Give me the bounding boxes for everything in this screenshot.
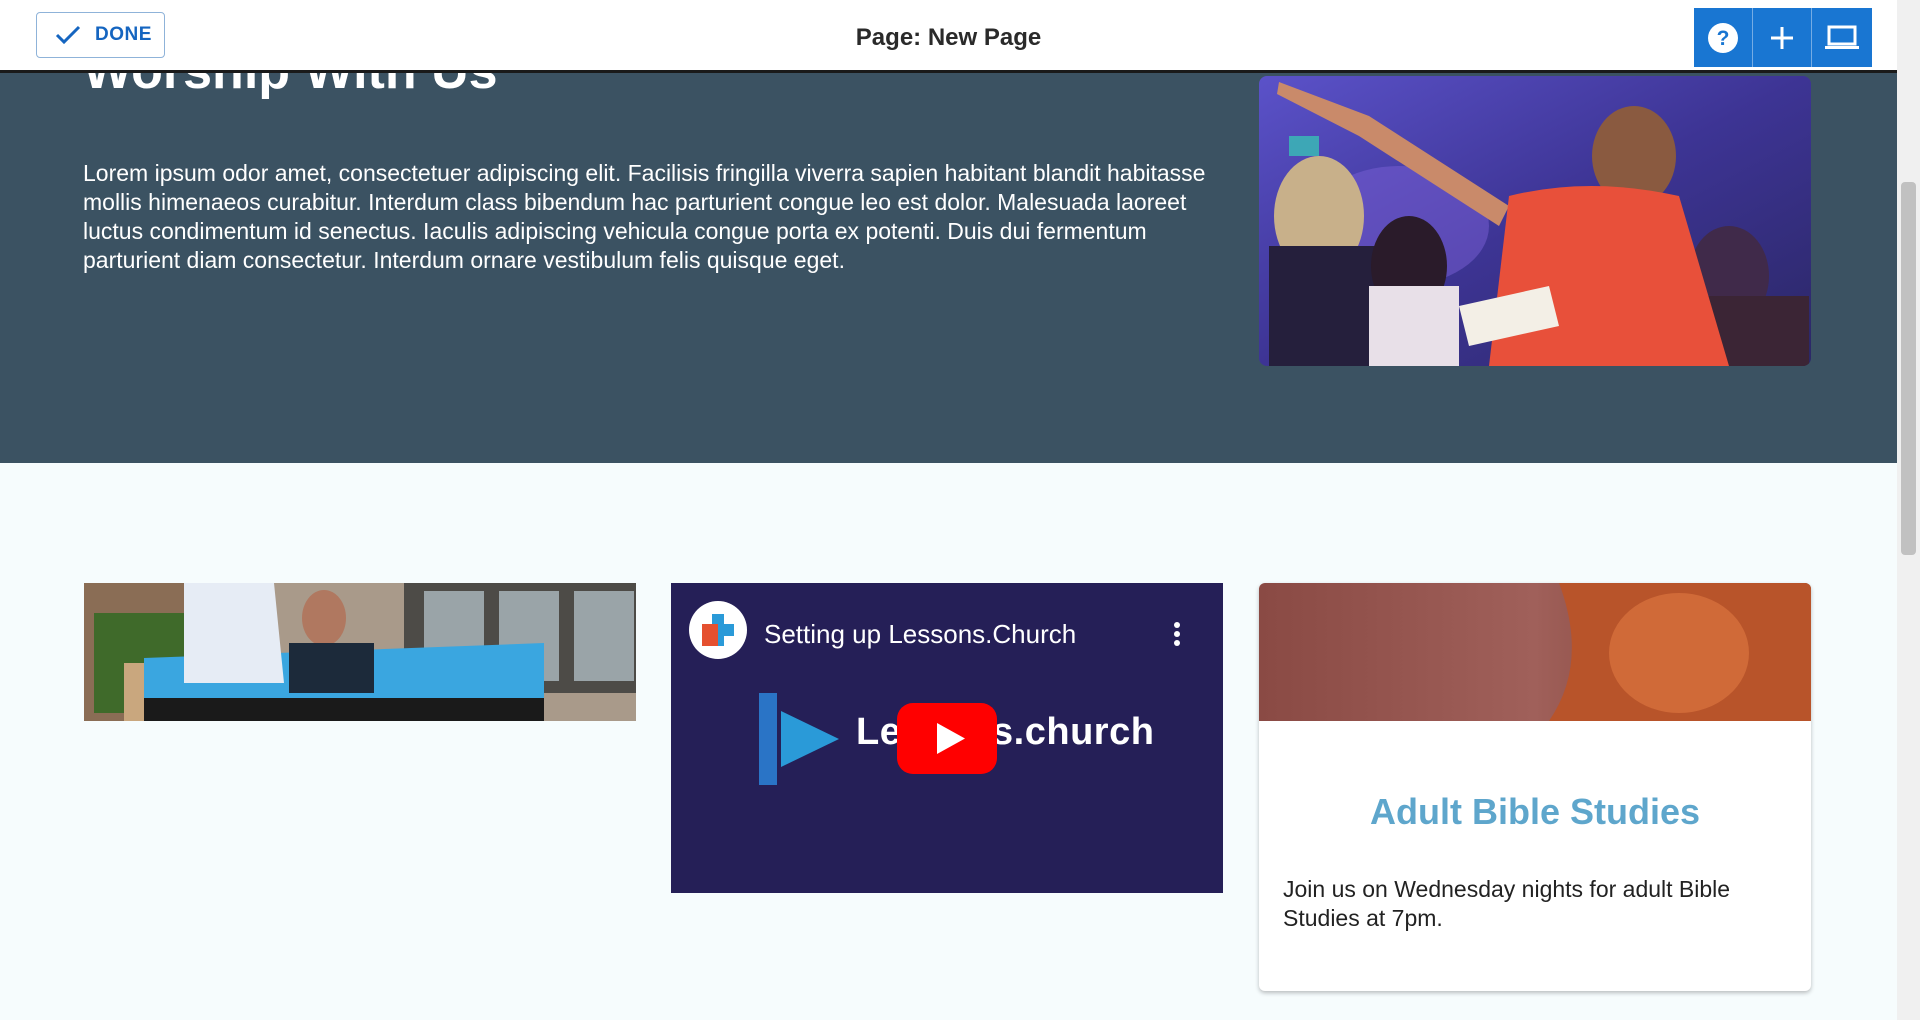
help-button[interactable]: ? <box>1694 8 1753 67</box>
lessons-church-logo-icon <box>702 614 734 646</box>
device-preview-button[interactable] <box>1812 8 1871 67</box>
vertical-scrollbar[interactable] <box>1897 0 1920 1020</box>
youtube-play-icon[interactable] <box>897 703 997 774</box>
worship-section: Worship With Us Lorem ipsum odor amet, c… <box>0 73 1897 463</box>
lessons-play-icon <box>759 693 839 785</box>
editor-toolbar: DONE Page: New Page ? <box>0 0 1897 73</box>
video-title[interactable]: Setting up Lessons.Church <box>764 619 1076 650</box>
bible-study-card: Adult Bible Studies Join us on Wednesday… <box>1259 583 1811 991</box>
laptop-icon <box>1824 25 1859 49</box>
card-title: Adult Bible Studies <box>1369 791 1700 832</box>
holy-bible-photo <box>1259 583 1811 721</box>
page-title: Page: New Page <box>855 24 1042 51</box>
section-body-text: Lorem ipsum odor amet, consectetuer adip… <box>83 160 1206 273</box>
scrollbar-thumb[interactable] <box>1901 182 1916 555</box>
svg-text:?: ? <box>1717 27 1730 50</box>
channel-avatar[interactable] <box>689 601 747 659</box>
add-button[interactable] <box>1753 8 1812 67</box>
section-heading: Worship With Us <box>83 73 498 101</box>
youtube-video-embed[interactable]: Setting up Lessons.Church Lessons.church <box>671 583 1223 893</box>
help-icon: ? <box>1708 22 1738 53</box>
more-vertical-icon[interactable] <box>1167 619 1187 649</box>
plus-icon <box>1771 26 1793 49</box>
card-body-text: Join us on Wednesday nights for adult Bi… <box>1283 876 1731 931</box>
baptism-photo <box>84 583 636 721</box>
worship-photo <box>1259 76 1811 366</box>
toolbar-button-group: ? <box>1694 8 1872 67</box>
